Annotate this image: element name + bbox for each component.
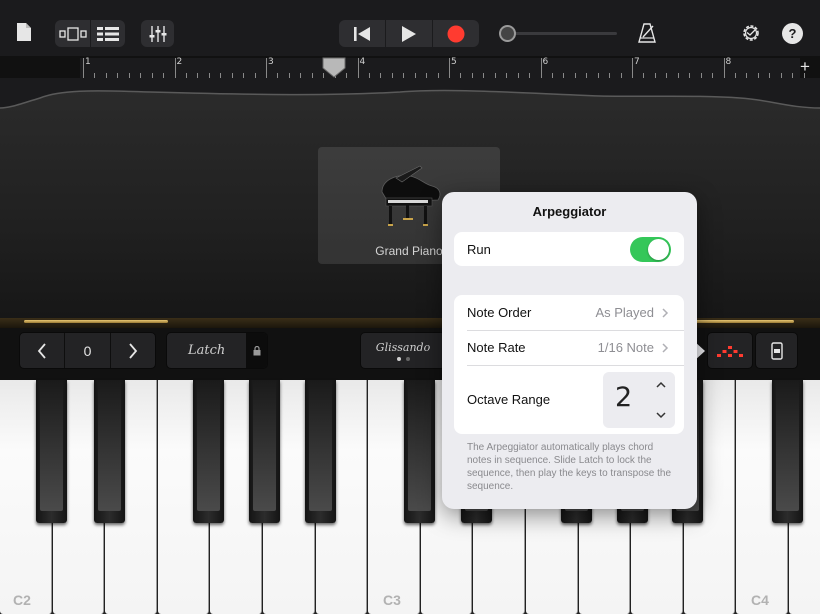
toggle-knob [648,239,669,260]
gold-trim-left [24,320,168,323]
mixer-button[interactable] [141,20,174,47]
volume-slider-knob[interactable] [499,25,516,42]
ruler-bar-number: 6 [542,57,549,67]
ruler-bar-number: 8 [725,57,732,67]
page-dots [396,356,410,361]
ruler-bar-number: 3 [268,57,274,67]
arpeggiator-popover: Arpeggiator Run Note Order As Played Not… [442,192,697,509]
note-rate-value: 1/16 Note [597,340,654,355]
octave-down-button[interactable] [20,333,64,368]
lock-icon[interactable] [246,333,267,368]
key-label-c3: C3 [383,592,401,608]
grand-piano-image [381,165,441,226]
octave-range-label: Octave Range [467,392,551,407]
arpeggiator-button[interactable] [707,332,753,369]
run-row: Run [454,232,684,266]
octave-value: 0 [64,333,109,368]
arpeggiator-description: The Arpeggiator automatically plays chor… [467,442,672,492]
piano-keyboard[interactable]: C2 C3 C4 [0,380,820,614]
transport-controls [339,20,479,47]
octave-range-row: Octave Range 2 [454,365,684,434]
note-rate-row[interactable]: Note Rate 1/16 Note [454,330,684,365]
note-order-value: As Played [595,305,654,320]
record-icon [447,25,465,42]
metronome-icon[interactable] [636,22,658,44]
add-section-button[interactable]: + [797,57,813,77]
chevron-right-icon [662,342,669,353]
black-key[interactable] [404,380,435,523]
ruler-tick [357,58,359,78]
ruler-tick [540,58,542,78]
ruler-tick [174,58,176,78]
chevron-right-icon [129,342,137,359]
settings-icon[interactable] [740,22,762,44]
ruler-bar-number: 5 [451,57,457,67]
black-key[interactable] [94,380,125,523]
view-toggle-icon[interactable] [55,20,90,47]
ruler-tick [266,58,267,78]
settings-group: Note Order As Played Note Rate 1/16 Note… [454,295,684,434]
ruler-bar-number: 7 [634,57,640,67]
octave-stepper: 0 [19,332,156,369]
ruler-bar-number: 1 [85,57,91,67]
key-label-c4: C4 [751,592,769,608]
ruler-tick [723,58,725,78]
chevron-up-icon[interactable] [655,380,667,390]
ruler-bar-number: 4 [359,57,366,67]
black-key[interactable] [772,380,803,523]
black-key[interactable] [36,380,67,523]
run-group: Run [454,232,684,266]
note-rate-label: Note Rate [467,340,526,355]
octave-range-stepper: 2 [603,372,675,428]
ruler-bar-number: 2 [176,57,183,67]
note-order-label: Note Order [467,305,532,320]
note-order-row[interactable]: Note Order As Played [454,295,684,330]
rewind-icon[interactable] [339,20,385,47]
black-key[interactable] [193,380,224,523]
glissando-control[interactable]: Glissando [360,332,446,369]
octave-up-button[interactable] [109,333,155,368]
mixer-icon [149,25,166,42]
ruler-tick [449,58,450,78]
play-icon[interactable] [385,20,432,47]
chevron-down-icon[interactable] [655,410,667,420]
view-segment [55,20,125,47]
sustain-button[interactable] [755,332,798,369]
help-icon[interactable]: ? [782,23,803,44]
record-button[interactable] [432,20,479,47]
master-volume-slider[interactable] [499,25,617,42]
gold-trim-right [690,320,794,323]
arpeggiator-icon [717,345,743,357]
key-label-c2: C2 [13,592,31,608]
glissando-label: Glissando [375,340,431,354]
black-key[interactable] [249,380,280,523]
octave-range-value: 2 [615,382,633,413]
ruler-tick [632,58,633,78]
chevron-left-icon [37,342,46,359]
timeline-ruler[interactable]: 1 2 3 4 5 6 7 8 [80,57,805,78]
piano-lid-curve [0,78,820,109]
chevron-right-icon [662,307,669,318]
ruler-tick [83,58,84,78]
popover-title: Arpeggiator [532,204,607,219]
top-toolbar: ? [0,0,820,56]
run-toggle[interactable] [630,237,671,262]
playhead-marker[interactable] [322,57,346,78]
tracks-view-icon[interactable] [90,20,125,47]
latch-control[interactable]: Latch [166,332,268,369]
run-label: Run [467,241,491,257]
keyboard-settings-icon [770,341,783,360]
black-key[interactable] [305,380,336,523]
latch-label: Latch [187,343,226,358]
document-icon[interactable] [14,20,34,44]
